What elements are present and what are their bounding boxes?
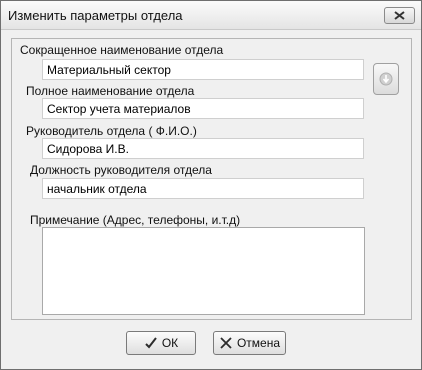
full-name-field[interactable]: Сектор учета материалов xyxy=(42,98,364,119)
note-label: Примечание (Адрес, телефоны, и.т.д) xyxy=(30,213,241,227)
form-panel: Сокращенное наименование отдела Материал… xyxy=(11,38,412,320)
cancel-label: Отмена xyxy=(236,336,281,350)
head-field[interactable]: Сидорова И.В. xyxy=(42,138,364,159)
short-name-field[interactable]: Материальный сектор xyxy=(42,59,364,80)
close-icon xyxy=(394,11,405,20)
ok-button[interactable]: ОК xyxy=(126,331,196,355)
head-position-label: Должность руководителя отдела xyxy=(30,163,212,177)
head-label: Руководитель отдела ( Ф.И.О.) xyxy=(26,124,197,138)
cancel-button[interactable]: Отмена xyxy=(213,331,286,355)
down-arrow-icon xyxy=(379,72,393,86)
window-title: Изменить параметры отдела xyxy=(8,8,183,23)
dialog-window: Изменить параметры отдела Сокращенное на… xyxy=(0,0,422,370)
checkmark-icon xyxy=(144,336,158,350)
full-name-label: Полное наименование отдела xyxy=(26,84,195,98)
short-name-label: Сокращенное наименование отдела xyxy=(20,43,224,57)
close-button[interactable] xyxy=(384,7,415,24)
ok-label: ОК xyxy=(161,336,179,350)
head-position-field[interactable]: начальник отдела xyxy=(42,178,364,199)
note-textarea[interactable] xyxy=(42,227,365,315)
side-action-button[interactable] xyxy=(373,63,399,95)
x-icon xyxy=(219,336,233,350)
title-bar: Изменить параметры отдела xyxy=(1,1,421,30)
